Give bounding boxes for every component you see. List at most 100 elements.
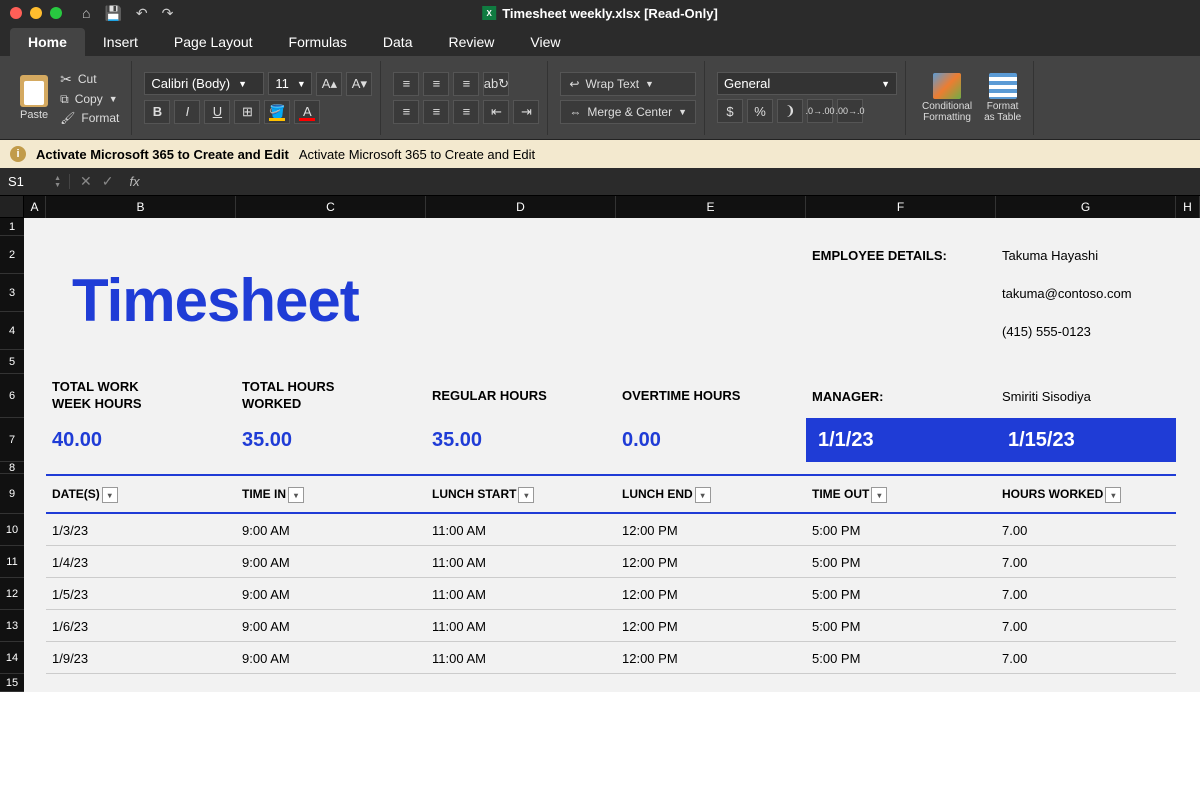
paste-button[interactable]: Paste [16,71,52,125]
row-header-15[interactable]: 15 [0,674,24,692]
row-header-12[interactable]: 12 [0,578,24,610]
align-center-button[interactable]: ≡ [423,100,449,124]
row-header-11[interactable]: 11 [0,546,24,578]
row-header-6[interactable]: 6 [0,374,24,418]
align-right-button[interactable]: ≡ [453,100,479,124]
cell-r3-c4[interactable]: 5:00 PM [806,610,996,642]
row-header-3[interactable]: 3 [0,274,24,312]
row-header-4[interactable]: 4 [0,312,24,350]
underline-button[interactable]: U [204,100,230,124]
close-window-button[interactable] [10,7,22,19]
cell-r1-c5[interactable]: 7.00 [996,546,1176,578]
cell-r4-c2[interactable]: 11:00 AM [426,642,616,674]
increase-font-button[interactable]: A▴ [316,72,342,96]
indent-increase-button[interactable]: ⇥ [513,100,539,124]
format-painter-button[interactable]: 🖌Format [56,110,123,126]
filter-button[interactable]: ▾ [1105,487,1121,503]
cell-r2-c4[interactable]: 5:00 PM [806,578,996,610]
cell-r0-c5[interactable]: 7.00 [996,514,1176,546]
decrease-decimal-button[interactable]: .00→.0 [837,99,863,123]
row-header-9[interactable]: 9 [0,474,24,514]
cell-r1-c2[interactable]: 11:00 AM [426,546,616,578]
increase-decimal-button[interactable]: .0→.00 [807,99,833,123]
table-header-2[interactable]: LUNCH START▾ [426,474,616,514]
cell-r2-c1[interactable]: 9:00 AM [236,578,426,610]
fill-color-button[interactable]: 🪣 [264,100,290,124]
cell-r1-c4[interactable]: 5:00 PM [806,546,996,578]
column-header-G[interactable]: G [996,196,1176,218]
row-header-1[interactable]: 1 [0,218,24,236]
conditional-formatting-button[interactable]: Conditional Formatting [918,73,976,123]
save-icon[interactable]: 💾 [104,5,121,22]
filter-button[interactable]: ▾ [518,487,534,503]
tab-formulas[interactable]: Formulas [271,28,365,56]
cancel-formula-button[interactable]: ✕ [80,173,92,190]
font-color-button[interactable]: A [294,100,320,124]
cell-r3-c3[interactable]: 12:00 PM [616,610,806,642]
column-header-F[interactable]: F [806,196,996,218]
border-button[interactable]: ⊞ [234,100,260,124]
cell-r2-c2[interactable]: 11:00 AM [426,578,616,610]
orientation-button[interactable]: ab↻ [483,72,509,96]
font-size-select[interactable]: 11▼ [268,72,312,95]
table-header-4[interactable]: TIME OUT▾ [806,474,996,514]
cell-r0-c4[interactable]: 5:00 PM [806,514,996,546]
column-header-C[interactable]: C [236,196,426,218]
copy-button[interactable]: ⧉Copy▼ [56,91,123,108]
column-header-A[interactable]: A [24,196,46,218]
table-header-3[interactable]: LUNCH END▾ [616,474,806,514]
cell-r2-c3[interactable]: 12:00 PM [616,578,806,610]
cell-r1-c3[interactable]: 12:00 PM [616,546,806,578]
filter-button[interactable]: ▾ [695,487,711,503]
redo-icon[interactable]: ↷ [162,5,174,22]
column-header-E[interactable]: E [616,196,806,218]
minimize-window-button[interactable] [30,7,42,19]
row-header-5[interactable]: 5 [0,350,24,374]
align-bottom-button[interactable]: ≡ [453,72,479,96]
cell-r4-c3[interactable]: 12:00 PM [616,642,806,674]
cut-button[interactable]: ✂Cut [56,70,123,89]
italic-button[interactable]: I [174,100,200,124]
filter-button[interactable]: ▾ [288,487,304,503]
wrap-text-button[interactable]: ↩Wrap Text▼ [560,72,696,96]
cell-r4-c5[interactable]: 7.00 [996,642,1176,674]
align-top-button[interactable]: ≡ [393,72,419,96]
fx-icon[interactable]: fx [123,174,139,189]
tab-review[interactable]: Review [430,28,512,56]
table-header-1[interactable]: TIME IN▾ [236,474,426,514]
column-header-H[interactable]: H [1176,196,1200,218]
cell-r4-c0[interactable]: 1/9/23 [46,642,236,674]
number-format-select[interactable]: General▼ [717,72,897,95]
filter-button[interactable]: ▾ [871,487,887,503]
select-all-corner[interactable] [0,196,24,218]
align-left-button[interactable]: ≡ [393,100,419,124]
tab-data[interactable]: Data [365,28,431,56]
cell-r2-c0[interactable]: 1/5/23 [46,578,236,610]
home-icon[interactable]: ⌂ [82,5,90,22]
indent-decrease-button[interactable]: ⇤ [483,100,509,124]
format-as-table-button[interactable]: Format as Table [980,73,1025,123]
cell-r4-c1[interactable]: 9:00 AM [236,642,426,674]
row-header-8[interactable]: 8 [0,462,24,474]
cell-r1-c1[interactable]: 9:00 AM [236,546,426,578]
tab-page-layout[interactable]: Page Layout [156,28,271,56]
cell-r0-c3[interactable]: 12:00 PM [616,514,806,546]
row-header-13[interactable]: 13 [0,610,24,642]
cell-r3-c5[interactable]: 7.00 [996,610,1176,642]
tab-insert[interactable]: Insert [85,28,156,56]
tab-view[interactable]: View [512,28,578,56]
cell-r0-c1[interactable]: 9:00 AM [236,514,426,546]
name-box[interactable]: S1 ▲▼ [0,174,70,189]
cell-r0-c0[interactable]: 1/3/23 [46,514,236,546]
currency-button[interactable]: $ [717,99,743,123]
maximize-window-button[interactable] [50,7,62,19]
merge-center-button[interactable]: ⇔Merge & Center▼ [560,100,696,124]
cell-r3-c1[interactable]: 9:00 AM [236,610,426,642]
cell-r3-c0[interactable]: 1/6/23 [46,610,236,642]
cell-r1-c0[interactable]: 1/4/23 [46,546,236,578]
percent-button[interactable]: % [747,99,773,123]
row-header-2[interactable]: 2 [0,236,24,274]
font-name-select[interactable]: Calibri (Body)▼ [144,72,264,95]
column-header-D[interactable]: D [426,196,616,218]
table-header-5[interactable]: HOURS WORKED▾ [996,474,1176,514]
